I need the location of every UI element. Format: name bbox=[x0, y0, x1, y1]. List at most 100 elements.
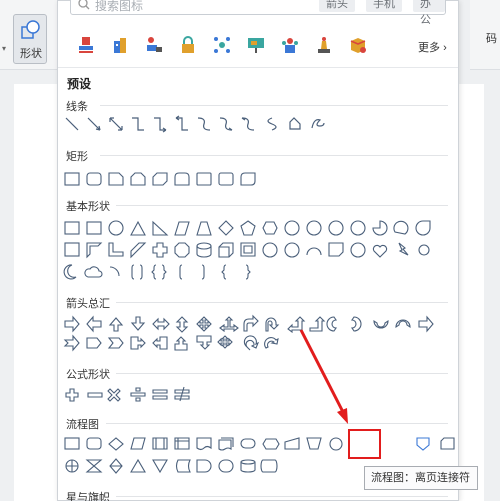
shape-rectangle[interactable] bbox=[64, 172, 80, 186]
shape-elbow-connector[interactable] bbox=[132, 117, 144, 131]
shape-hexagon[interactable] bbox=[262, 221, 278, 235]
shape-teardrop[interactable] bbox=[415, 220, 431, 236]
shape-parallelogram[interactable] bbox=[174, 221, 190, 236]
shape-pie[interactable] bbox=[372, 220, 388, 236]
shape-donut[interactable] bbox=[262, 242, 278, 258]
shape-snip-diagonal[interactable] bbox=[152, 172, 168, 186]
shape-flowchart-delay[interactable] bbox=[196, 459, 212, 473]
shape-textbox[interactable] bbox=[64, 221, 80, 235]
shape-flowchart-manual-input[interactable] bbox=[284, 437, 300, 450]
shape-divide[interactable] bbox=[130, 387, 146, 402]
shape-left-right-up-arrow[interactable] bbox=[219, 316, 239, 333]
shape-flowchart-stored-data[interactable] bbox=[175, 459, 191, 473]
shape-flowchart-card[interactable] bbox=[440, 437, 455, 450]
shape-flowchart-magnetic-disk[interactable] bbox=[240, 459, 256, 473]
shape-flowchart-direct-access[interactable] bbox=[260, 459, 278, 473]
shape-snip-two-corners[interactable] bbox=[130, 172, 146, 186]
shape-flowchart-collate[interactable] bbox=[85, 459, 103, 473]
shape-plus[interactable] bbox=[65, 388, 79, 402]
shape-right-arrow[interactable] bbox=[64, 315, 80, 333]
shape-double-brace[interactable] bbox=[151, 264, 167, 280]
shape-rect-2[interactable] bbox=[196, 172, 212, 186]
shape-pentagon[interactable] bbox=[240, 220, 256, 236]
shape-flowchart-offpage-connector[interactable] bbox=[416, 437, 430, 451]
shape-up-arrow-callout[interactable] bbox=[174, 336, 188, 351]
shape-half-frame[interactable] bbox=[86, 242, 103, 259]
shape-flowchart-terminator[interactable] bbox=[240, 438, 256, 449]
shape-left-bracket[interactable] bbox=[179, 264, 183, 280]
shape-flowchart-document[interactable] bbox=[196, 437, 212, 451]
shape-curve[interactable] bbox=[267, 117, 277, 131]
shape-lightning[interactable] bbox=[398, 242, 409, 256]
shape-round-diagonal[interactable] bbox=[240, 172, 256, 186]
shape-folded-corner[interactable] bbox=[328, 242, 344, 257]
shape-chord[interactable] bbox=[393, 220, 409, 235]
shape-cube[interactable] bbox=[218, 242, 234, 258]
shape-flowchart-preparation[interactable] bbox=[262, 438, 280, 450]
shape-down-arrow[interactable] bbox=[130, 316, 146, 331]
shape-heptagon[interactable] bbox=[284, 220, 300, 236]
shape-curved-right-arrow[interactable] bbox=[326, 316, 338, 332]
shape-rounded-rectangle[interactable] bbox=[86, 172, 102, 186]
shape-left-arrow[interactable] bbox=[86, 315, 102, 333]
shape-arrow-line[interactable] bbox=[87, 117, 101, 131]
shape-pentagon-arrow[interactable] bbox=[86, 337, 102, 349]
shape-flowchart-manual-operation[interactable] bbox=[306, 437, 322, 450]
shape-curved-down-arrow[interactable] bbox=[395, 319, 411, 329]
shape-diamond[interactable] bbox=[218, 220, 234, 236]
shape-flowchart-connector[interactable] bbox=[329, 437, 343, 451]
shape-snip-corner-rect[interactable] bbox=[108, 172, 124, 186]
shape-flowchart-sort[interactable] bbox=[109, 458, 123, 474]
shape-heart[interactable] bbox=[372, 244, 388, 258]
shape-diagonal-stripe[interactable] bbox=[130, 242, 147, 259]
shape-freeform[interactable] bbox=[289, 117, 301, 130]
shape-flowchart-alternate-process[interactable] bbox=[86, 437, 102, 450]
shape-sun[interactable] bbox=[418, 244, 430, 256]
shape-scribble[interactable] bbox=[311, 119, 325, 129]
shape-cross[interactable] bbox=[152, 242, 168, 258]
shape-triangle[interactable] bbox=[130, 220, 146, 236]
shape-flowchart-data[interactable] bbox=[130, 437, 146, 450]
shape-right-brace[interactable] bbox=[245, 264, 251, 280]
shape-equal[interactable] bbox=[152, 389, 168, 400]
shape-rect-3[interactable] bbox=[218, 172, 234, 186]
shape-chevron[interactable] bbox=[107, 337, 124, 349]
shape-line[interactable] bbox=[65, 117, 79, 131]
shape-curved-arrow-2[interactable] bbox=[264, 337, 279, 349]
dropdown-arrow-icon[interactable]: ▾ bbox=[2, 44, 6, 53]
shape-flowchart-process[interactable] bbox=[64, 437, 80, 450]
shape-curved-connector[interactable] bbox=[197, 117, 211, 131]
shape-u-turn-arrow[interactable] bbox=[265, 317, 280, 332]
shape-multiply[interactable] bbox=[107, 388, 121, 402]
shape-flowchart-merge[interactable] bbox=[152, 459, 168, 474]
shape-arc[interactable] bbox=[109, 266, 120, 277]
shape-up-down-arrow[interactable] bbox=[175, 316, 189, 333]
shape-quad-arrow[interactable] bbox=[196, 316, 212, 332]
shape-curved-left-arrow[interactable] bbox=[350, 316, 362, 332]
shape-flowchart-predefined-process[interactable] bbox=[152, 437, 168, 450]
shape-flowchart-sequential-storage[interactable] bbox=[218, 459, 234, 473]
shape-dodecagon[interactable] bbox=[350, 220, 366, 236]
shape-double-bracket[interactable] bbox=[131, 264, 143, 280]
shape-bevel[interactable] bbox=[240, 242, 256, 257]
shape-striped-right-arrow[interactable] bbox=[418, 315, 434, 333]
shape-l-shape[interactable] bbox=[108, 242, 124, 257]
shape-not-equal[interactable] bbox=[174, 386, 190, 402]
shape-vertical-textbox[interactable] bbox=[86, 221, 102, 235]
shape-curved-up-arrow[interactable] bbox=[373, 319, 389, 329]
shape-decagon[interactable] bbox=[328, 220, 344, 236]
shape-smiley[interactable] bbox=[350, 242, 366, 258]
shape-frame[interactable] bbox=[64, 242, 80, 257]
shape-up-arrow[interactable] bbox=[108, 317, 124, 332]
shape-left-arrow-callout[interactable] bbox=[152, 336, 168, 350]
shape-can[interactable] bbox=[196, 242, 212, 258]
shape-down-arrow-callout[interactable] bbox=[196, 335, 212, 350]
shape-trapezoid[interactable] bbox=[196, 221, 212, 236]
shape-flowchart-multidocument[interactable] bbox=[218, 437, 234, 451]
shape-quad-arrow-callout[interactable] bbox=[217, 335, 233, 349]
shape-minus[interactable] bbox=[87, 392, 103, 398]
shape-bent-up-arrow[interactable] bbox=[309, 316, 326, 332]
shape-plaque[interactable] bbox=[174, 242, 190, 258]
shape-round-corner-rect[interactable] bbox=[174, 172, 190, 186]
shape-right-bracket[interactable] bbox=[201, 264, 205, 280]
